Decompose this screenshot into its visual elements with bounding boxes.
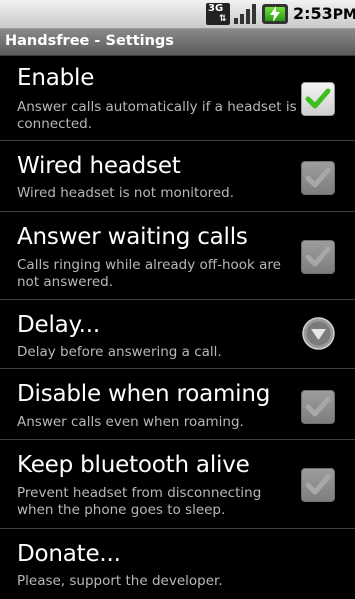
- battery-charging-icon: [262, 4, 288, 24]
- setting-summary: Calls ringing while already off-hook are…: [17, 257, 281, 290]
- setting-keep-bluetooth-alive[interactable]: Keep bluetooth alive Prevent headset fro…: [0, 440, 355, 529]
- setting-wired-headset[interactable]: Wired headset Wired headset is not monit…: [0, 141, 355, 212]
- setting-donate[interactable]: Donate... Please, support the developer.: [0, 529, 355, 599]
- keep-bluetooth-alive-checkbox[interactable]: [301, 468, 335, 502]
- setting-disable-when-roaming[interactable]: Disable when roaming Answer calls even w…: [0, 369, 355, 440]
- checkmark-icon: [305, 474, 331, 495]
- setting-summary: Answer calls even when roaming.: [17, 414, 244, 430]
- dropdown-arrow-icon[interactable]: [302, 317, 335, 350]
- status-bar: 3G ⇅ 2:53PM: [0, 0, 355, 29]
- setting-summary: Prevent headset from disconnecting when …: [17, 485, 262, 518]
- network-badge: 3G: [208, 3, 224, 14]
- setting-title: Delay...: [17, 312, 101, 338]
- setting-enable[interactable]: Enable Answer calls automatically if a h…: [0, 56, 355, 141]
- setting-summary: Answer calls automatically if a headset …: [17, 99, 297, 132]
- setting-title: Keep bluetooth alive: [17, 452, 250, 478]
- setting-title: Enable: [17, 65, 95, 91]
- signal-icon: [234, 4, 256, 24]
- checkmark-icon: [305, 246, 331, 267]
- setting-title: Donate...: [17, 541, 121, 567]
- wired-headset-checkbox[interactable]: [301, 161, 335, 195]
- 3g-icon: 3G ⇅: [206, 3, 230, 25]
- checkmark-icon: [305, 167, 331, 188]
- setting-title: Wired headset: [17, 153, 181, 179]
- setting-summary: Delay before answering a call.: [17, 344, 222, 360]
- checkmark-icon: [305, 396, 331, 417]
- clock: 2:53PM: [293, 4, 355, 23]
- setting-title: Disable when roaming: [17, 381, 271, 407]
- setting-summary: Wired headset is not monitored.: [17, 185, 235, 201]
- answer-waiting-calls-checkbox[interactable]: [301, 240, 335, 274]
- setting-summary: Please, support the developer.: [17, 573, 223, 589]
- enable-checkbox[interactable]: [301, 82, 335, 116]
- setting-title: Answer waiting calls: [17, 224, 248, 250]
- page-title: Handsfree - Settings: [5, 33, 174, 49]
- setting-answer-waiting-calls[interactable]: Answer waiting calls Calls ringing while…: [0, 212, 355, 300]
- checkmark-icon: [305, 88, 331, 109]
- title-bar: Handsfree - Settings: [0, 29, 355, 56]
- setting-delay[interactable]: Delay... Delay before answering a call.: [0, 300, 355, 369]
- disable-when-roaming-checkbox[interactable]: [301, 390, 335, 424]
